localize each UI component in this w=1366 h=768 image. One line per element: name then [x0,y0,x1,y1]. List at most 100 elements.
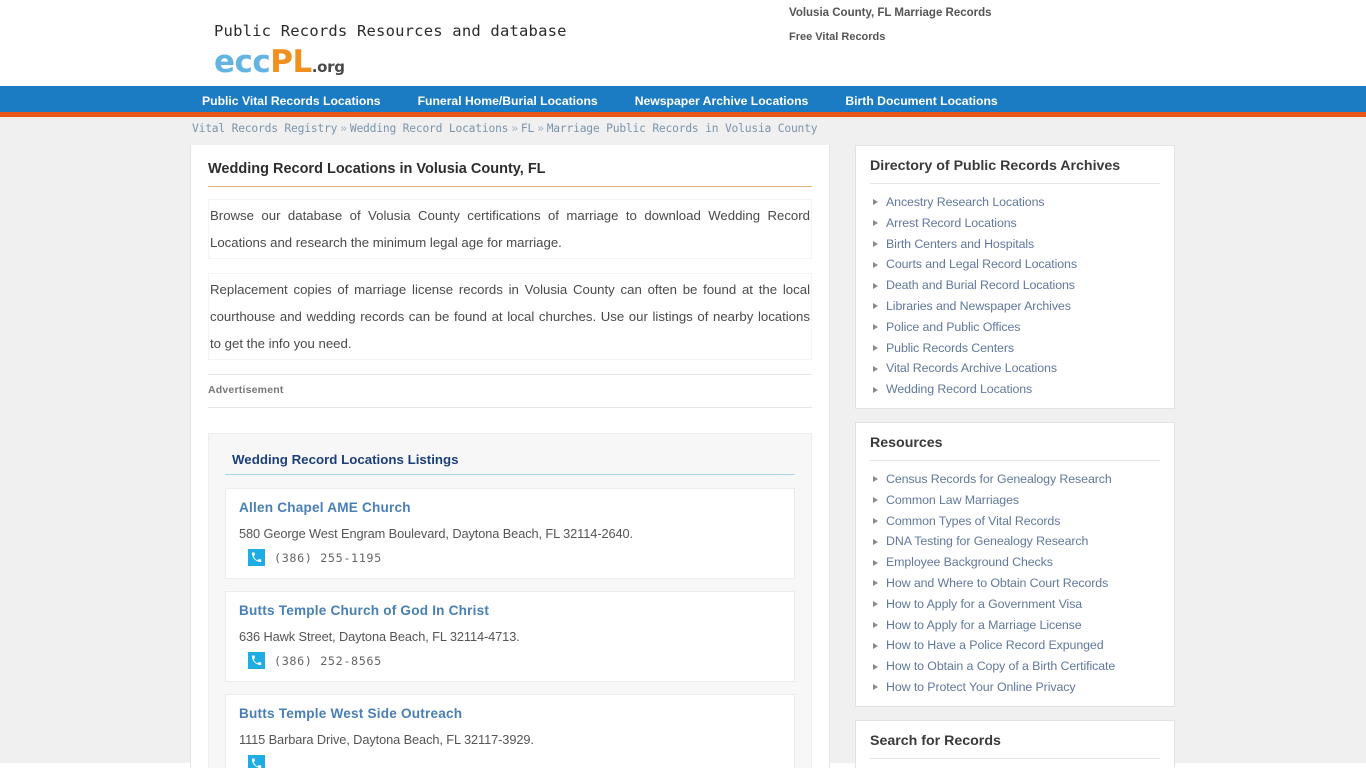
breadcrumb-item-fl[interactable]: FL [521,122,534,135]
breadcrumb-item-registry[interactable]: Vital Records Registry [192,122,337,135]
sidebar-item-how-to-apply-for-a-marriage-license[interactable]: How to Apply for a Marriage License [870,615,1160,636]
triangle-bullet-icon [873,386,878,393]
brand-tagline: Public Records Resources and database [214,22,567,40]
breadcrumb-item-current: Marriage Public Records in Volusia Count… [546,122,818,135]
sidebar-item-how-to-protect-your-online-privacy[interactable]: How to Protect Your Online Privacy [870,677,1160,698]
listing-card[interactable]: Butts Temple Church of God In Christ 636… [225,591,795,682]
sidebar-panel-resources: Resources Census Records for Genealogy R… [855,421,1175,707]
sidebar-link-label[interactable]: Ancestry Research Locations [886,193,1045,212]
phone-icon [248,755,265,768]
sidebar-link-list: Census Records for Genealogy Research Co… [870,469,1160,698]
sidebar-link-label[interactable]: How and Where to Obtain Court Records [886,574,1108,593]
triangle-bullet-icon [873,303,878,310]
advertisement-slot: Advertisement [208,374,812,408]
sidebar-item-wedding-record-locations[interactable]: Wedding Record Locations [870,379,1160,400]
sidebar-item-common-types-of-vital-records[interactable]: Common Types of Vital Records [870,511,1160,532]
sidebar-item-how-to-apply-for-a-government-visa[interactable]: How to Apply for a Government Visa [870,594,1160,615]
sidebar-item-libraries-and-newspaper-archives[interactable]: Libraries and Newspaper Archives [870,296,1160,317]
sidebar-panel-directory: Directory of Public Records Archives Anc… [855,145,1175,409]
sidebar-item-police-and-public-offices[interactable]: Police and Public Offices [870,317,1160,338]
sidebar-link-label[interactable]: Police and Public Offices [886,318,1020,337]
triangle-bullet-icon [873,684,878,691]
listing-phone-number[interactable]: (386) 255-1195 [274,551,382,565]
triangle-bullet-icon [873,220,878,227]
header-page-subject: Volusia County, FL Marriage Records [789,7,992,19]
listings-section: Wedding Record Locations Listings Allen … [208,433,812,768]
nav-item-newspaper-archive-locations[interactable]: Newspaper Archive Locations [623,86,821,117]
listing-phone-row: (386) 252-8565 [239,652,781,669]
sidebar-link-label[interactable]: How to Apply for a Marriage License [886,616,1082,635]
triangle-bullet-icon [873,517,878,524]
sidebar-link-label[interactable]: How to Apply for a Government Visa [886,595,1082,614]
sidebar-item-death-and-burial-record-locations[interactable]: Death and Burial Record Locations [870,275,1160,296]
advertisement-label: Advertisement [208,384,284,396]
triangle-bullet-icon [873,601,878,608]
nav-item-funeral-home-burial-locations[interactable]: Funeral Home/Burial Locations [406,86,610,117]
sidebar-item-public-records-centers[interactable]: Public Records Centers [870,338,1160,359]
page-title: Wedding Record Locations in Volusia Coun… [208,161,812,187]
main-content-column: Wedding Record Locations in Volusia Coun… [190,145,830,768]
sidebar-item-common-law-marriages[interactable]: Common Law Marriages [870,490,1160,511]
triangle-bullet-icon [873,538,878,545]
sidebar-item-census-records-for-genealogy-research[interactable]: Census Records for Genealogy Research [870,469,1160,490]
listing-name[interactable]: Allen Chapel AME Church [239,500,781,515]
sidebar-item-how-to-have-a-police-record-expunged[interactable]: How to Have a Police Record Expunged [870,635,1160,656]
sidebar-link-label[interactable]: Arrest Record Locations [886,214,1017,233]
brand-block[interactable]: Public Records Resources and database ec… [214,22,567,84]
triangle-bullet-icon [873,324,878,331]
sidebar-link-label[interactable]: Census Records for Genealogy Research [886,470,1112,489]
header-site-descriptor: Free Vital Records [789,31,886,43]
logo-text-ecc: ecc [214,44,271,80]
header-right-block: Volusia County, FL Marriage Records Free… [789,4,992,46]
sidebar-link-label[interactable]: Death and Burial Record Locations [886,276,1075,295]
sidebar-link-label[interactable]: Employee Background Checks [886,553,1053,572]
sidebar-link-label[interactable]: Birth Centers and Hospitals [886,235,1034,254]
sidebar-link-label[interactable]: Common Law Marriages [886,491,1019,510]
sidebar-item-birth-centers-and-hospitals[interactable]: Birth Centers and Hospitals [870,234,1160,255]
listing-name[interactable]: Butts Temple West Side Outreach [239,706,781,721]
breadcrumb-separator: » [537,122,544,135]
sidebar-item-how-and-where-to-obtain-court-records[interactable]: How and Where to Obtain Court Records [870,573,1160,594]
sidebar-link-label[interactable]: How to Obtain a Copy of a Birth Certific… [886,657,1115,676]
sidebar-link-label[interactable]: How to Protect Your Online Privacy [886,678,1076,697]
sidebar-item-employee-background-checks[interactable]: Employee Background Checks [870,552,1160,573]
site-header: Public Records Resources and database ec… [0,0,1366,86]
listing-address: 1115 Barbara Drive, Daytona Beach, FL 32… [239,732,534,747]
triangle-bullet-icon [873,621,878,628]
breadcrumb-separator: » [511,122,518,135]
sidebar-panel-search-for-records: Search for Records Information Found on … [855,719,1175,768]
sidebar-item-arrest-record-locations[interactable]: Arrest Record Locations [870,213,1160,234]
listing-address: 580 George West Engram Boulevard, Dayton… [239,526,633,541]
sidebar-panel-title: Search for Records [870,733,1160,759]
listing-name[interactable]: Butts Temple Church of God In Christ [239,603,781,618]
sidebar-link-label[interactable]: Public Records Centers [886,339,1014,358]
sidebar-link-label[interactable]: Libraries and Newspaper Archives [886,297,1071,316]
listing-card[interactable]: Butts Temple West Side Outreach 1115 Bar… [225,694,795,768]
sidebar-item-ancestry-research-locations[interactable]: Ancestry Research Locations [870,192,1160,213]
sidebar-item-how-to-obtain-a-copy-of-a-birth-certificate[interactable]: How to Obtain a Copy of a Birth Certific… [870,656,1160,677]
sidebar-link-label[interactable]: Common Types of Vital Records [886,512,1060,531]
sidebar-item-courts-and-legal-record-locations[interactable]: Courts and Legal Record Locations [870,254,1160,275]
primary-navigation: Public Vital Records Locations Funeral H… [0,86,1366,117]
sidebar-link-label[interactable]: Courts and Legal Record Locations [886,255,1077,274]
triangle-bullet-icon [873,580,878,587]
sidebar-link-label[interactable]: Vital Records Archive Locations [886,359,1057,378]
nav-item-public-vital-records-locations[interactable]: Public Vital Records Locations [190,86,393,117]
listing-card[interactable]: Allen Chapel AME Church 580 George West … [225,488,795,579]
sidebar-item-vital-records-archive-locations[interactable]: Vital Records Archive Locations [870,358,1160,379]
triangle-bullet-icon [873,199,878,206]
sidebar-link-label[interactable]: Wedding Record Locations [886,380,1032,399]
breadcrumb: Vital Records Registry» Wedding Record Lo… [192,122,818,135]
logo-text-org: .org [311,58,345,76]
listings-section-title: Wedding Record Locations Listings [225,452,795,475]
sidebar-link-label[interactable]: DNA Testing for Genealogy Research [886,532,1088,551]
triangle-bullet-icon [873,261,878,268]
triangle-bullet-icon [873,642,878,649]
site-logo[interactable]: eccPL.org [214,45,567,84]
listing-phone-number[interactable]: (386) 252-8565 [274,654,382,668]
sidebar-item-dna-testing-for-genealogy-research[interactable]: DNA Testing for Genealogy Research [870,531,1160,552]
breadcrumb-item-wedding-record-locations[interactable]: Wedding Record Locations [350,122,509,135]
sidebar-link-label[interactable]: How to Have a Police Record Expunged [886,636,1104,655]
breadcrumb-separator: » [340,122,347,135]
nav-item-birth-document-locations[interactable]: Birth Document Locations [833,86,1009,117]
